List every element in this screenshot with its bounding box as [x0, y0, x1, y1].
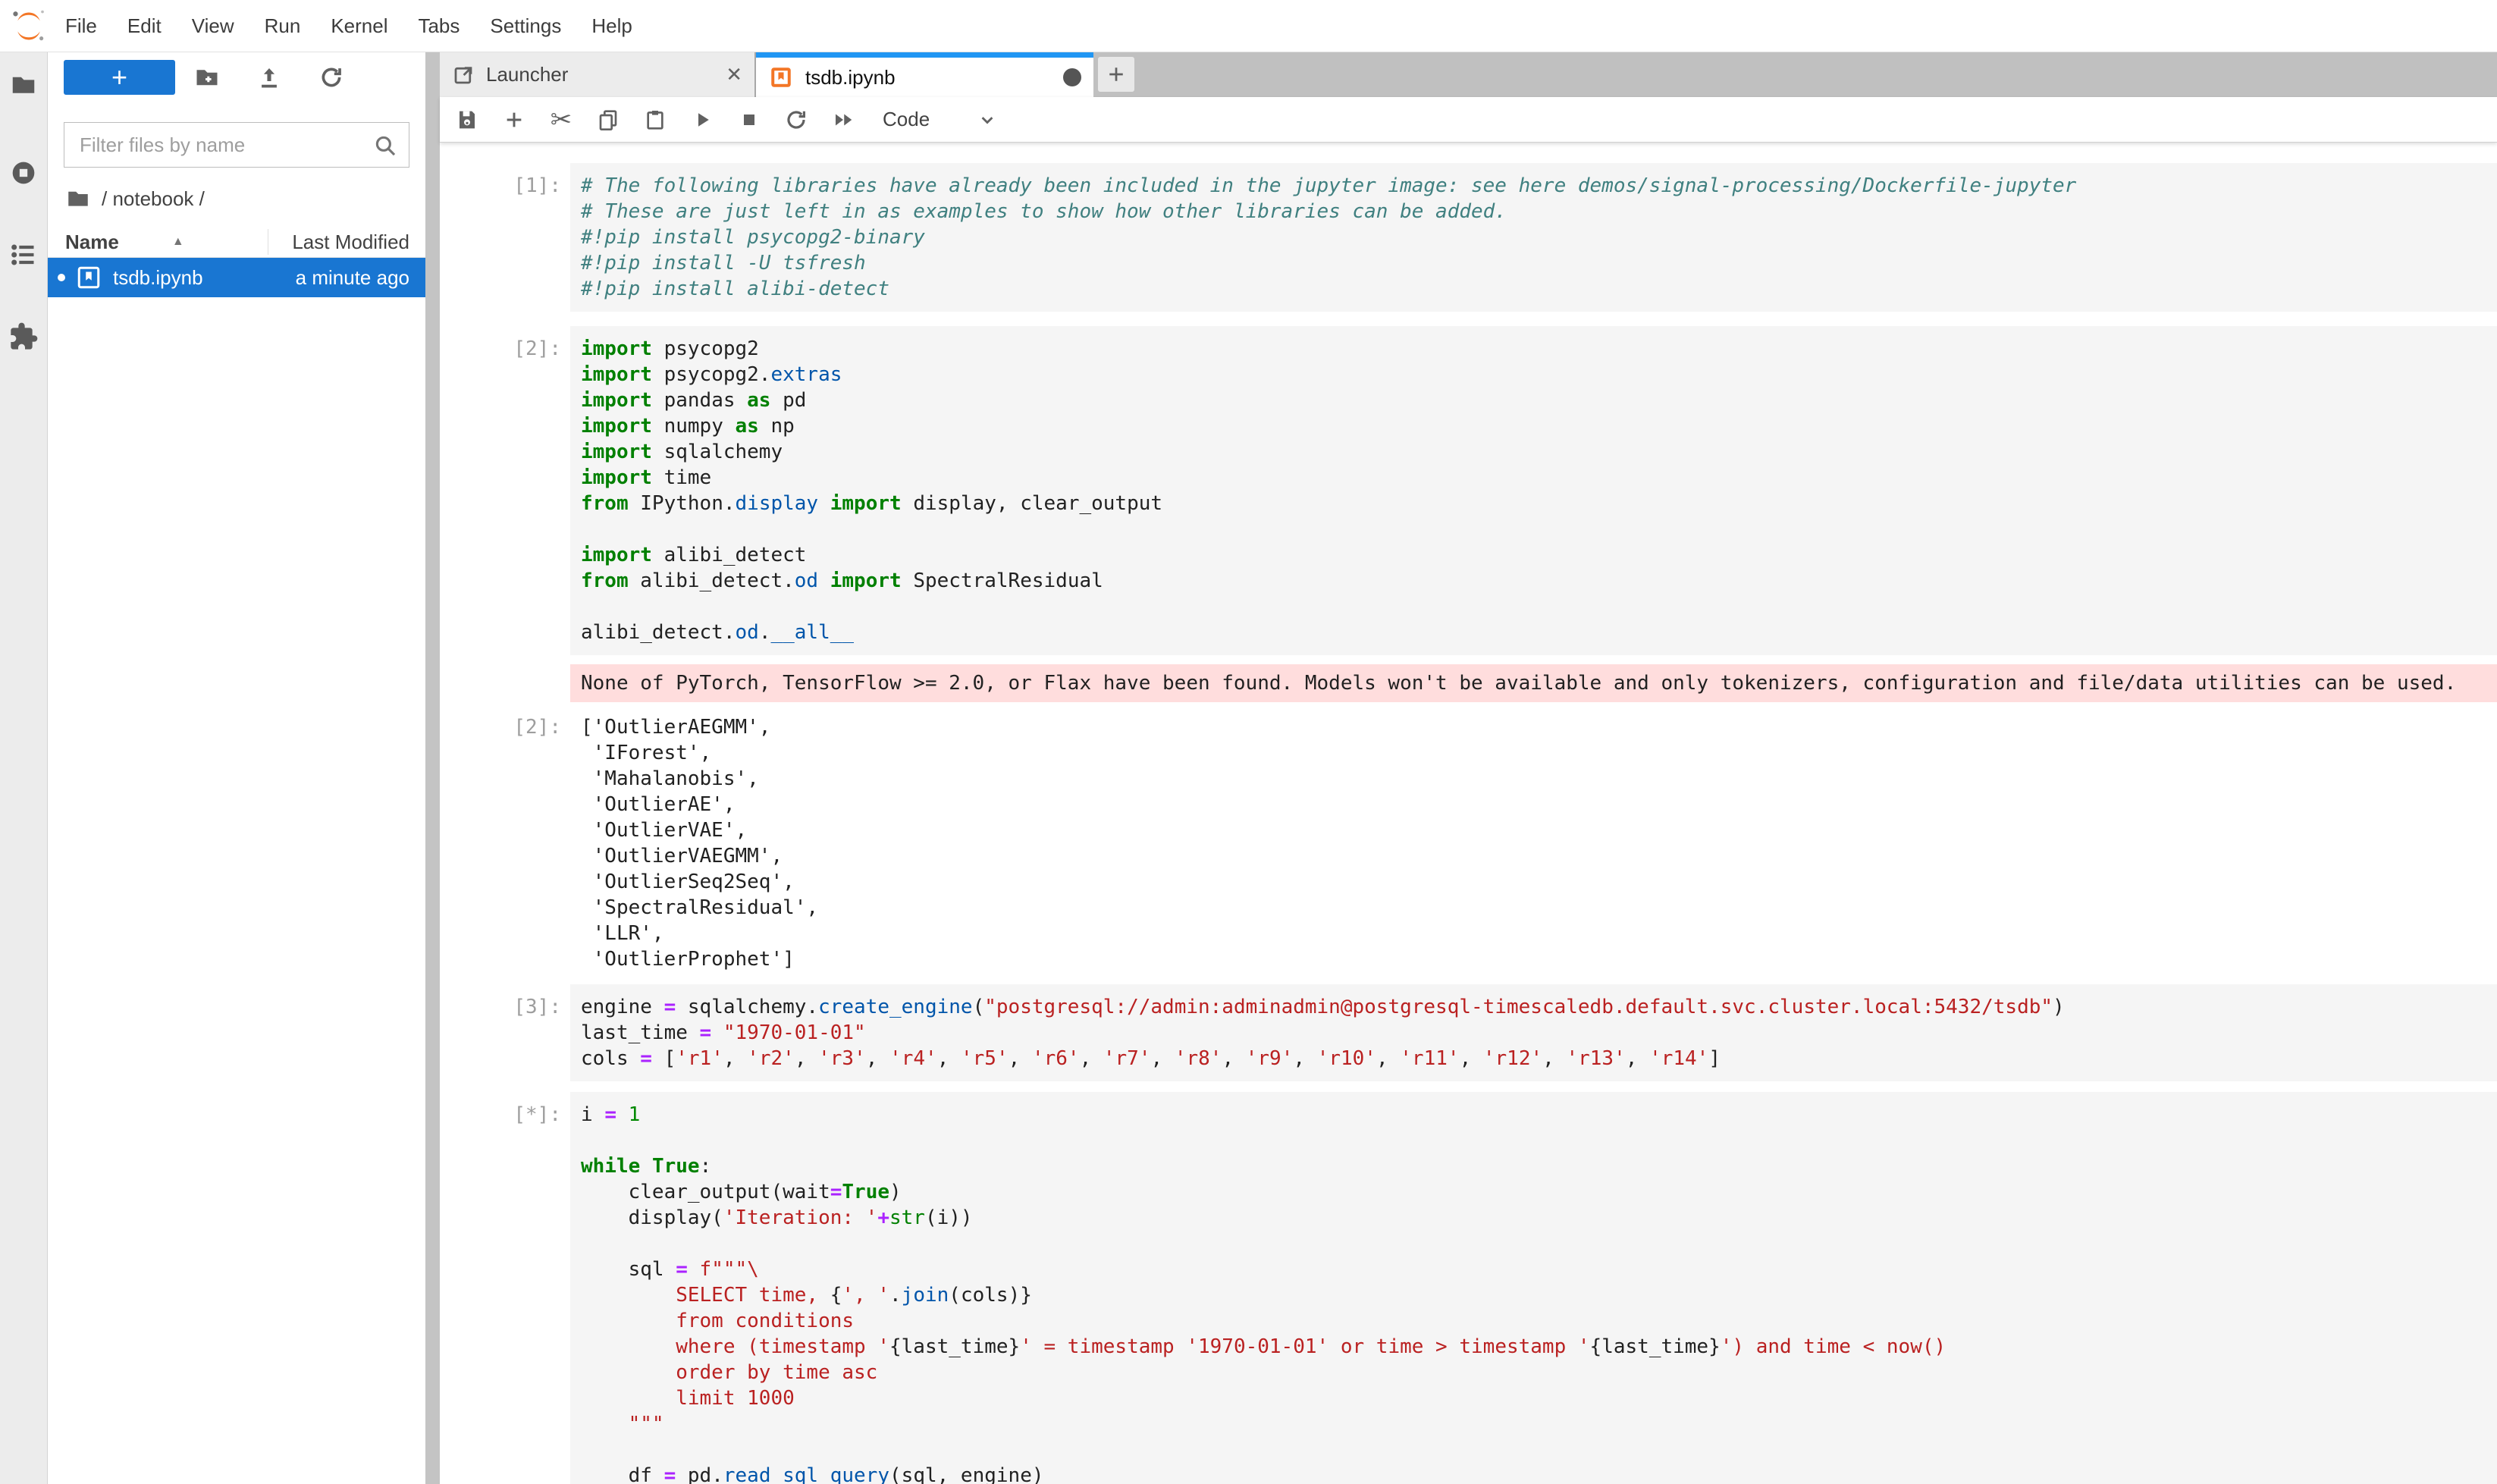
chevron-down-icon[interactable]	[977, 109, 998, 130]
close-icon[interactable]: ✕	[726, 63, 742, 86]
upload-icon[interactable]	[256, 64, 283, 91]
cut-cells-button[interactable]: ✂	[546, 105, 576, 135]
refresh-icon[interactable]	[318, 64, 345, 91]
table-of-contents-icon[interactable]	[8, 239, 39, 271]
file-row[interactable]: tsdb.ipynb a minute ago	[48, 258, 425, 297]
sidebar-split-handle[interactable]	[425, 52, 440, 1484]
file-list: tsdb.ipynb a minute ago	[48, 258, 425, 297]
menu-item-edit[interactable]: Edit	[127, 14, 162, 38]
sort-ascending-icon[interactable]: ▲	[172, 235, 184, 249]
save-button[interactable]	[452, 105, 482, 135]
code-cell: [3]:engine = sqlalchemy.create_engine("p…	[440, 984, 2497, 1081]
column-last-modified[interactable]: Last Modified	[292, 231, 425, 254]
cell-prompt	[440, 664, 570, 702]
new-tab-button[interactable]	[1098, 57, 1134, 92]
code-cell: [2]:import psycopg2import psycopg2.extra…	[440, 326, 2497, 655]
menu-item-settings[interactable]: Settings	[490, 14, 561, 38]
code-cell: [*]:i = 1 while True: clear_output(wait=…	[440, 1092, 2497, 1484]
add-cell-button[interactable]	[499, 105, 529, 135]
running-dot	[58, 274, 65, 281]
filter-files-input[interactable]	[64, 123, 372, 167]
cell-prompt: [3]:	[440, 984, 570, 1081]
cell-editor[interactable]: import psycopg2import psycopg2.extrasimp…	[570, 326, 2497, 655]
cell-output-area: ['OutlierAEGMM', 'IForest', 'Mahalanobis…	[570, 711, 2497, 975]
file-list-header: Name ▲ Last Modified	[48, 227, 425, 258]
activity-bar	[0, 52, 48, 1484]
notebook-scroll-area[interactable]: [1]:# The following libraries have alrea…	[440, 143, 2497, 1484]
cell-type-select[interactable]: Code	[883, 108, 930, 131]
notebook-toolbar: ✂ Code	[440, 97, 2497, 143]
menu-items: File Edit View Run Kernel Tabs Settings Help	[65, 14, 663, 38]
main-dock: Launcher ✕ tsdb.ipynb ✂	[440, 52, 2497, 1484]
home-folder-icon[interactable]	[65, 186, 91, 212]
breadcrumb-path[interactable]: / notebook /	[102, 187, 205, 211]
tab-label: tsdb.ipynb	[805, 66, 896, 89]
jupyterlab-window: File Edit View Run Kernel Tabs Settings Help	[0, 0, 2497, 1484]
restart-kernel-button[interactable]	[781, 105, 811, 135]
menu-item-run[interactable]: Run	[265, 14, 301, 38]
menu-item-file[interactable]: File	[65, 14, 97, 38]
menu-item-help[interactable]: Help	[591, 14, 632, 38]
cell-prompt: [*]:	[440, 1092, 570, 1484]
jupyter-logo-icon	[11, 6, 47, 45]
code-cell: [1]:# The following libraries have alrea…	[440, 163, 2497, 312]
unsaved-indicator[interactable]	[1063, 68, 1081, 86]
new-launcher-button[interactable]: +	[64, 60, 175, 95]
column-name[interactable]: Name	[48, 231, 119, 254]
interrupt-kernel-button[interactable]	[734, 105, 764, 135]
stderr-output: None of PyTorch, TensorFlow >= 2.0, or F…	[440, 664, 2497, 702]
cell-editor[interactable]: engine = sqlalchemy.create_engine("postg…	[570, 984, 2497, 1081]
file-browser-toolbar: +	[48, 52, 425, 95]
copy-cells-button[interactable]	[593, 105, 623, 135]
menu-item-kernel[interactable]: Kernel	[331, 14, 387, 38]
running-kernels-icon[interactable]	[8, 157, 39, 189]
paste-cells-button[interactable]	[640, 105, 670, 135]
tab-launcher[interactable]: Launcher ✕	[440, 52, 756, 97]
filter-files-box	[64, 122, 409, 168]
file-browser-icon[interactable]	[8, 69, 39, 101]
menu-bar: File Edit View Run Kernel Tabs Settings Help	[0, 0, 2497, 52]
launcher-icon	[452, 64, 475, 86]
notebook-icon	[768, 64, 794, 90]
tab-tsdb-ipynb[interactable]: tsdb.ipynb	[756, 52, 1093, 97]
cell-prompt: [2]:	[440, 711, 570, 975]
cell-editor[interactable]: # The following libraries have already b…	[570, 163, 2497, 312]
extension-manager-icon[interactable]	[8, 321, 39, 353]
file-modified: a minute ago	[296, 266, 425, 290]
tab-label: Launcher	[486, 63, 568, 86]
cell-editor[interactable]: i = 1 while True: clear_output(wait=True…	[570, 1092, 2497, 1484]
execute-result: [2]:['OutlierAEGMM', 'IForest', 'Mahalan…	[440, 711, 2497, 975]
cell-output-area: None of PyTorch, TensorFlow >= 2.0, or F…	[570, 664, 2497, 702]
breadcrumb: / notebook /	[65, 186, 425, 212]
restart-run-all-button[interactable]	[828, 105, 858, 135]
cell-prompt: [1]:	[440, 163, 570, 312]
run-cell-button[interactable]	[687, 105, 717, 135]
cell-prompt: [2]:	[440, 326, 570, 655]
menu-item-tabs[interactable]: Tabs	[418, 14, 460, 38]
file-name: tsdb.ipynb	[113, 266, 203, 290]
file-browser-panel: +	[48, 52, 425, 1484]
notebook-file-icon	[75, 264, 102, 291]
new-folder-icon[interactable]	[193, 64, 221, 91]
dock-tab-bar: Launcher ✕ tsdb.ipynb	[440, 52, 2497, 97]
search-icon	[372, 133, 398, 158]
menu-item-view[interactable]: View	[192, 14, 234, 38]
